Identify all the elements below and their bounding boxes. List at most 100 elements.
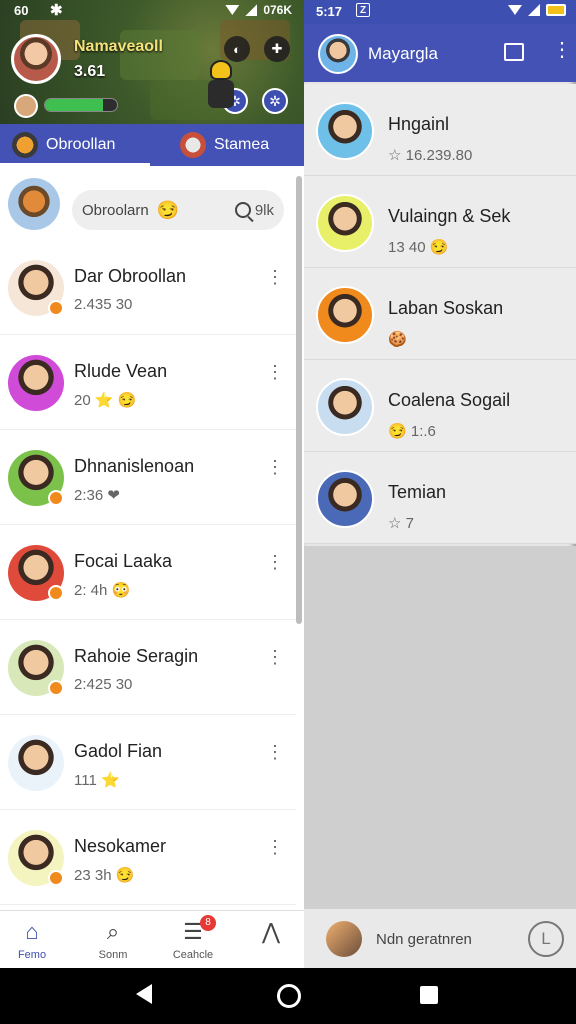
clock: 60 [14, 3, 29, 18]
profile-avatar[interactable] [11, 34, 61, 84]
contact-row[interactable]: Coalena Sogail 😏 1:.6 [304, 360, 576, 452]
clock: 5:17 [316, 4, 343, 19]
right-toolbar: Mayargla ⋮ [304, 24, 576, 82]
chat-meta: 2: 4h [74, 582, 108, 599]
chat-more-icon[interactable]: ⋮ [266, 268, 284, 286]
contact-row[interactable]: Hngainl ☆ 16.239.80 [304, 84, 576, 176]
options-gear-icon[interactable]: ✲ [262, 88, 288, 114]
contact-meta: 1:.6 [410, 423, 436, 440]
toolbar-title: Mayargla [368, 44, 438, 63]
search-icon[interactable] [234, 202, 251, 218]
search-input[interactable]: Obroolarn 😏 9lk [72, 190, 284, 230]
trophy-icon: ⋀ [261, 919, 281, 944]
chat-row[interactable]: Rlude Vean 20 ⭐ 😏 ⋮ [0, 335, 296, 430]
chat-emoji: 😳 [111, 582, 131, 599]
nav-search[interactable]: ⌕ Sonm [78, 919, 148, 961]
battery-icon [546, 4, 566, 16]
nav-home[interactable]: ⌂ Femo [0, 919, 67, 961]
chat-row[interactable]: Focai Laaka 2: 4h 😳 ⋮ [0, 525, 296, 620]
chat-row[interactable]: Dhnanislenoan 2:36 ❤ ⋮ [0, 430, 296, 525]
profile-score: 3.61 [74, 63, 106, 80]
nav-label: Sonm [98, 949, 128, 961]
chat-name: Nesokamer [74, 836, 167, 856]
chat-avatar [8, 355, 64, 411]
chat-more-icon[interactable]: ⋮ [266, 363, 284, 381]
left-tab-bar: Obroollan Stamea [0, 124, 304, 166]
puzzle-icon[interactable]: ✚ [264, 36, 290, 62]
contact-avatar [316, 286, 374, 344]
system-nav-bar [0, 968, 576, 1024]
contact-meta: 7 [405, 515, 414, 532]
chat-emoji: 😏 [115, 867, 135, 884]
chat-meta: 2:36 [74, 487, 104, 504]
contact-name: Temian [388, 482, 447, 502]
chat-name: Dar Obroollan [74, 266, 187, 286]
contact-prefix-icon: ☆ [388, 147, 402, 164]
chat-more-icon[interactable]: ⋮ [266, 458, 284, 476]
more-options-icon[interactable]: ⋮ [552, 40, 572, 60]
status-badge [48, 300, 64, 316]
chat-name: Gadol Fian [74, 741, 163, 761]
contact-suffix-icon: 😏 [429, 239, 449, 256]
scrollbar[interactable] [296, 176, 302, 624]
signal-icon [245, 4, 258, 16]
search-avatar[interactable] [8, 178, 60, 230]
signal-icon [528, 4, 540, 16]
contact-name: Hngainl [388, 114, 450, 134]
game-character [204, 60, 238, 120]
wifi-icon [508, 5, 522, 15]
status-badge [48, 490, 64, 506]
cast-icon[interactable] [504, 43, 524, 61]
empty-area [304, 546, 576, 908]
clock-icon[interactable]: L [528, 921, 564, 957]
contact-row[interactable]: Vulaingn & Sek 13 40 😏 [304, 176, 576, 268]
right-pane: 5:17 Z Mayargla ⋮ Hngainl ☆ 16.239.80 Vula… [304, 0, 576, 968]
back-icon[interactable] [136, 984, 152, 1004]
search-text: Obroolarn [82, 201, 149, 219]
contact-list: Hngainl ☆ 16.239.80 Vulaingn & Sek 13 40 😏 L… [304, 84, 576, 544]
profile-name: Namaveaoll [74, 38, 163, 55]
chat-name: Focai Laaka [74, 551, 173, 571]
health-bar [44, 98, 118, 112]
shield-icon[interactable]: ◐ [224, 36, 250, 62]
nav-trophy[interactable]: ⋀ [236, 919, 304, 949]
chat-icon: ☰ [183, 919, 203, 944]
chat-row[interactable]: Nesokamer 23 3h 😏 ⋮ [0, 810, 296, 905]
status-badge [48, 870, 64, 886]
contact-row[interactable]: Temian ☆ 7 [304, 452, 576, 544]
nav-chat[interactable]: ☰ 8 Ceahcle [158, 915, 228, 961]
search-count: 9lk [254, 201, 274, 219]
status-bar-right: 5:17 Z [304, 0, 576, 24]
chat-meta: 23 3h [74, 867, 112, 884]
chat-more-icon[interactable]: ⋮ [266, 838, 284, 856]
bottom-nav: ⌂ Femo ⌕ Sonm ☰ 8 Ceahcle ⋀ [0, 910, 304, 968]
battery-text: 076K [263, 3, 292, 17]
chat-meta: 2:425 30 [74, 676, 133, 693]
chat-more-icon[interactable]: ⋮ [266, 743, 284, 761]
chat-row[interactable]: Dar Obroollan 2.435 30 ⋮ [0, 240, 296, 335]
tab-stamea[interactable]: Stamea [180, 124, 269, 166]
tab-obroollan-icon [12, 132, 38, 158]
toolbar-avatar[interactable] [318, 34, 358, 74]
home-button-icon[interactable] [277, 984, 301, 1008]
chat-meta: 111 [74, 772, 97, 789]
tab-obroollan[interactable]: Obroollan [12, 124, 115, 166]
chat-more-icon[interactable]: ⋮ [266, 553, 284, 571]
chat-name: Dhnanislenoan [74, 456, 195, 476]
nav-label: Femo [17, 949, 47, 961]
contact-row[interactable]: Laban Soskan 🍪 [304, 268, 576, 360]
tab-label: Stamea [214, 136, 270, 153]
chat-emoji: ❤ [107, 487, 120, 504]
footer-avatar[interactable] [326, 921, 362, 957]
footer-text: Ndn geratnren [376, 931, 472, 948]
recents-icon[interactable] [420, 986, 438, 1004]
chat-more-icon[interactable]: ⋮ [266, 648, 284, 666]
chat-row[interactable]: Gadol Fian 111 ⭐ ⋮ [0, 715, 296, 810]
status-bar-left: 60 ✱ 076K [0, 0, 304, 22]
chat-emoji: ⭐ [100, 772, 120, 789]
nav-label: Ceahcle [172, 949, 214, 961]
chat-row[interactable]: Rahoie Seragin 2:425 30 ⋮ [0, 620, 296, 715]
search-emoji: 😏 [156, 199, 180, 220]
contact-avatar [316, 470, 374, 528]
search-row: Obroolarn 😏 9lk [0, 172, 304, 236]
